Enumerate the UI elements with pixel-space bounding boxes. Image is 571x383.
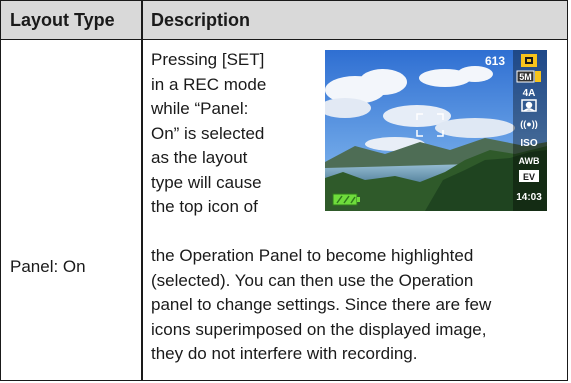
table-header-row: Layout Type Description: [1, 1, 567, 40]
battery-icon: [332, 193, 360, 206]
description-line: panel to change settings. Since there ar…: [151, 295, 492, 314]
description-line: while “Panel:: [151, 99, 249, 118]
header-description: Description: [151, 10, 251, 30]
description-line: (selected). You can then use the Operati…: [151, 270, 474, 290]
description-line: Pressing [SET]: [151, 50, 265, 69]
exposure-label: EV: [523, 172, 535, 182]
white-balance-icon: AWB: [519, 156, 540, 166]
description-line: the top icon of: [151, 197, 258, 216]
description-text-top: Pressing [SET] in a REC mode while “Pane…: [151, 48, 311, 220]
iso-icon: ISO: [520, 138, 537, 149]
description-line: icons superimposed on the displayed imag…: [151, 319, 487, 339]
description-line: in a REC mode: [151, 74, 267, 94]
time-display: 14:03: [516, 192, 542, 203]
description-line: the Operation Panel to become highlighte…: [151, 246, 474, 265]
image-size-label: 5M: [519, 72, 532, 82]
image-size-icon: 5M: [516, 70, 541, 83]
description-line: they do not interfere with recording.: [151, 344, 418, 363]
flash-icon: 4A: [523, 88, 536, 99]
shots-remaining: 613: [485, 54, 505, 68]
description-line: as the layout: [151, 148, 248, 167]
exposure-icon: EV: [519, 170, 539, 182]
mode-icon: [521, 54, 537, 67]
anti-shake-icon: ((●)): [520, 119, 537, 129]
camera-screen-image: 613 5M 4A ((●)) ISO AWB EV 14:03: [325, 50, 547, 211]
description-line: type will cause: [151, 172, 262, 192]
description-text-full: the Operation Panel to become highlighte…: [151, 244, 561, 367]
layout-type-cell: Panel: On: [10, 257, 86, 276]
description-line: On” is selected: [151, 123, 265, 143]
header-layout-type: Layout Type: [10, 10, 115, 30]
column-divider: [141, 1, 143, 380]
